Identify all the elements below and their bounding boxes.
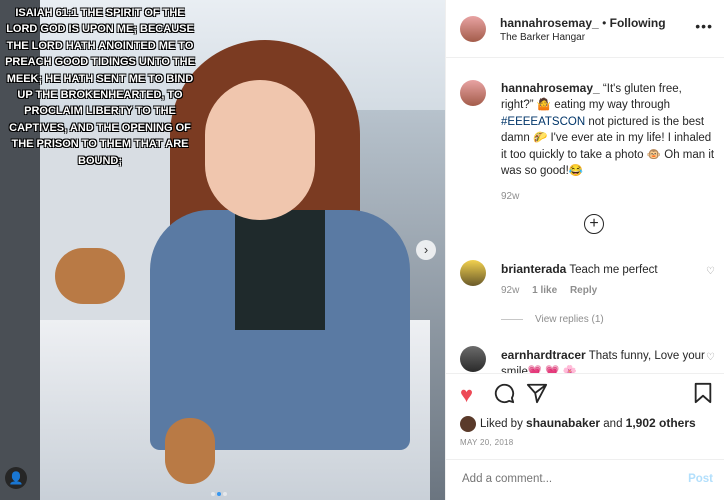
likes-count[interactable]: 1,902 others (626, 416, 696, 430)
comment-like-icon[interactable]: ♡ (706, 266, 715, 277)
view-replies-label[interactable]: View replies (1) (535, 314, 604, 325)
following-button[interactable]: Following (610, 16, 666, 30)
comment-username[interactable]: earnhardtracer (501, 348, 586, 362)
author-username[interactable]: hannahrosemay_ (500, 16, 599, 30)
post-date: MAY 20, 2018 (460, 438, 514, 447)
user-tag-icon[interactable]: 👤 (5, 467, 27, 489)
comment-likes[interactable]: 1 like (532, 285, 557, 296)
separator-dot: • (602, 16, 607, 30)
comment-input[interactable] (460, 472, 664, 486)
likes-middle: and (600, 418, 626, 431)
post-button[interactable]: Post (688, 473, 713, 485)
likes-summary: Liked by shaunabaker and 1,902 others (460, 416, 696, 432)
reply-button[interactable]: Reply (570, 285, 597, 296)
comment-icon[interactable] (493, 382, 515, 410)
caption-time: 92w (501, 191, 520, 203)
next-photo-button[interactable]: › (416, 240, 436, 260)
commenter-avatar[interactable] (460, 346, 486, 372)
dark-top (235, 210, 325, 330)
carousel-dot (211, 492, 215, 496)
post-side-panel: hannahrosemay_ • Following The Barker Ha… (445, 0, 724, 500)
liker-avatar[interactable] (460, 416, 476, 432)
bagel-on-table (165, 418, 215, 484)
view-replies[interactable]: View replies (1) (501, 314, 604, 325)
comment-time: 92w (501, 285, 520, 296)
load-more-comments-icon[interactable]: + (584, 214, 604, 234)
caption: hannahrosemay_ “It's gluten free, right?… (501, 80, 716, 206)
liker-username[interactable]: shaunabaker (526, 416, 600, 430)
verse-overlay-text: ISAIAH 61:1 THE SPIRIT OF THE LORD GOD I… (5, 7, 195, 167)
share-icon[interactable] (526, 382, 548, 410)
post-photo[interactable]: ISAIAH 61:1 THE SPIRIT OF THE LORD GOD I… (0, 0, 445, 500)
bookmark-icon[interactable] (693, 382, 713, 410)
commenter-avatar[interactable] (460, 260, 486, 286)
comment-meta: 92w 1 like Reply (501, 285, 597, 296)
comment: earnhardtracer Thats funny, Love your sm… (501, 347, 706, 373)
comment-username[interactable]: brianterada (501, 262, 566, 276)
woman-face (205, 80, 315, 220)
comment-text: Teach me perfect (569, 264, 658, 276)
caption-username[interactable]: hannahrosemay_ (501, 81, 600, 95)
post-header: hannahrosemay_ • Following The Barker Ha… (446, 0, 724, 58)
likes-prefix: Liked by (480, 418, 527, 431)
bagel-in-hand (55, 248, 125, 304)
carousel-dot-active (217, 492, 221, 496)
post-actions: ♥ Liked by shaunabaker and 1,902 others … (446, 373, 724, 460)
comment-like-icon[interactable]: ♡ (706, 352, 715, 363)
header-title-row: hannahrosemay_ • Following (500, 16, 666, 30)
carousel-dot (223, 492, 227, 496)
replies-line (501, 318, 523, 320)
comment: brianterada Teach me perfect (501, 261, 706, 278)
hashtag-link[interactable]: #EEEEATSCON (501, 116, 585, 128)
caption-avatar[interactable] (460, 80, 486, 106)
add-comment-bar: Post (446, 459, 724, 501)
carousel-dots (210, 483, 228, 500)
author-avatar[interactable] (460, 16, 486, 42)
location-link[interactable]: The Barker Hangar (500, 32, 585, 43)
heart-icon[interactable]: ♥ (460, 382, 473, 408)
more-options-icon[interactable]: ••• (695, 18, 713, 34)
